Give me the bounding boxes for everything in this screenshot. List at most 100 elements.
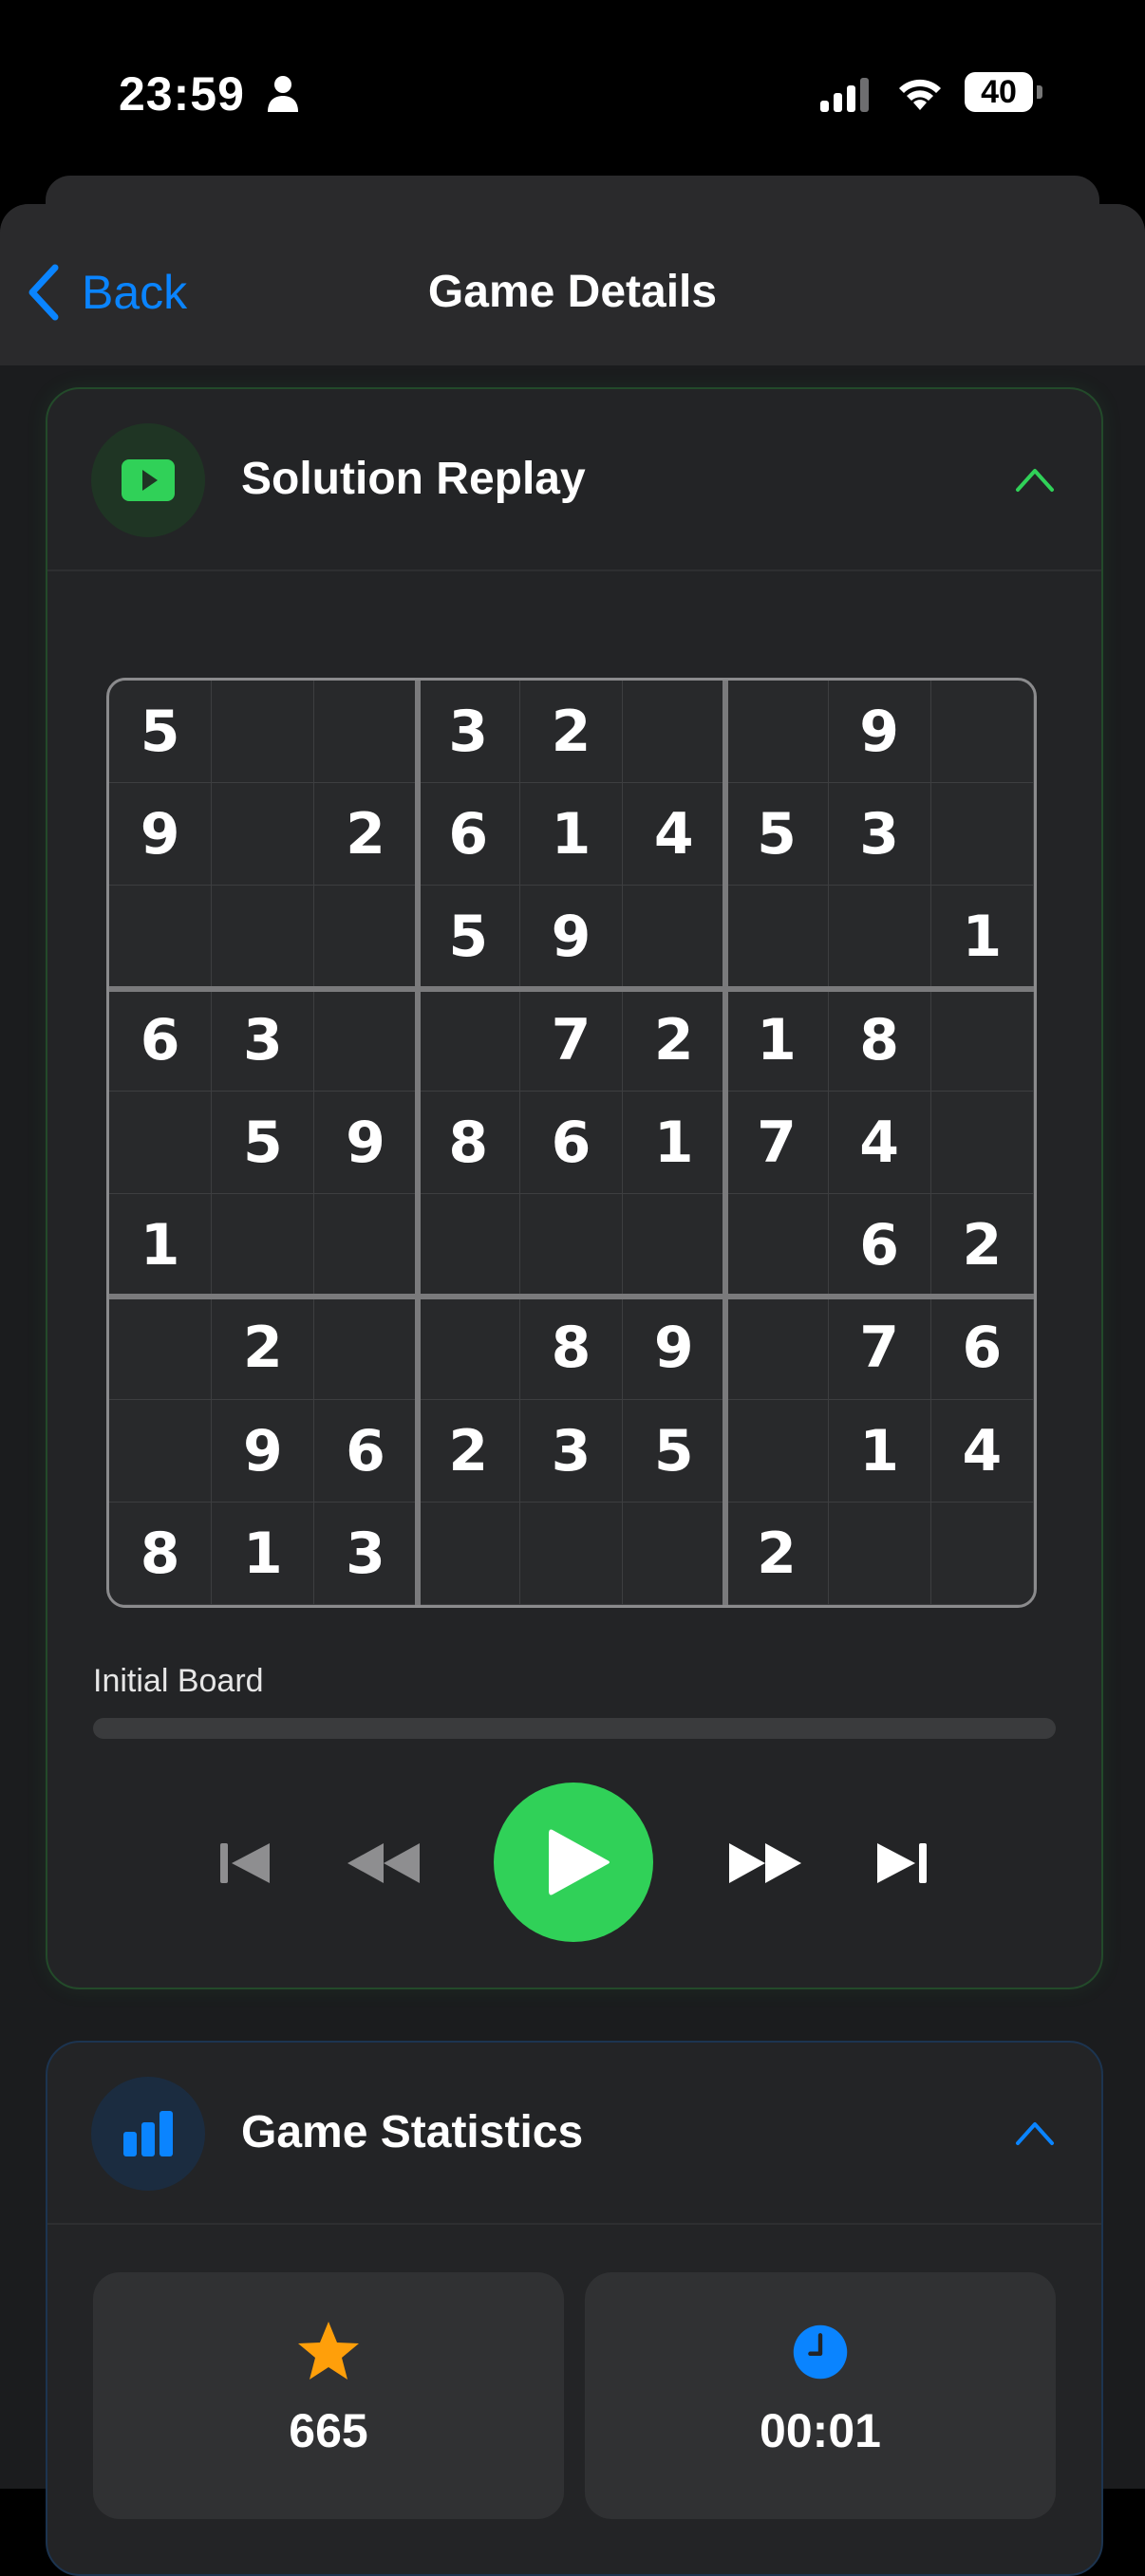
replay-step-label: Initial Board: [93, 1663, 264, 1699]
bar-chart-icon: [123, 2111, 173, 2156]
sudoku-cell: 1: [725, 988, 829, 1092]
sudoku-cell: [314, 886, 418, 989]
sudoku-cell: 4: [623, 783, 726, 887]
skip-to-end-icon[interactable]: [875, 1841, 929, 1885]
sudoku-cell: 9: [109, 783, 213, 887]
sudoku-cell: 6: [314, 1399, 418, 1503]
sudoku-cell: 8: [417, 1091, 520, 1195]
status-time: 23:59: [119, 67, 245, 121]
star-icon: [298, 2322, 359, 2380]
replay-progress-bar[interactable]: [93, 1718, 1056, 1739]
sudoku-cell: [314, 1297, 418, 1400]
sudoku-cell: [314, 988, 418, 1092]
sudoku-cell: [109, 1399, 213, 1503]
sudoku-cell: 3: [212, 988, 315, 1092]
sudoku-cell: 1: [623, 1091, 726, 1195]
sudoku-cell: [930, 681, 1034, 784]
sudoku-cell: 1: [109, 1194, 213, 1297]
chevron-up-icon[interactable]: [1014, 465, 1056, 494]
statistics-icon-badge: [91, 2077, 205, 2191]
sudoku-cell: 6: [828, 1194, 931, 1297]
stat-tile-score: 665: [93, 2272, 564, 2519]
solution-replay-card: Solution Replay 532992614535916372185986…: [46, 387, 1103, 1989]
sudoku-cell: 1: [519, 783, 624, 887]
stat-tile-time: 00:01: [585, 2272, 1056, 2519]
sudoku-cell: [725, 1297, 829, 1400]
sudoku-cell: 1: [212, 1502, 315, 1605]
sudoku-board: 5329926145359163721859861741622897696235…: [106, 678, 1037, 1608]
battery-level: 40: [965, 72, 1033, 112]
sudoku-cell: [725, 886, 829, 989]
sudoku-cell: 6: [109, 988, 213, 1092]
sudoku-cell: 5: [417, 886, 520, 989]
sudoku-cell: 4: [828, 1091, 931, 1195]
sudoku-cell: 2: [417, 1399, 520, 1503]
sudoku-cell: 2: [623, 988, 726, 1092]
sudoku-cell: 8: [519, 1297, 624, 1400]
sudoku-cell: [417, 1297, 520, 1400]
solution-replay-header[interactable]: Solution Replay: [47, 389, 1101, 571]
step-forward-icon[interactable]: [727, 1841, 803, 1885]
sudoku-cell: 9: [212, 1399, 315, 1503]
sudoku-cell: 9: [828, 681, 931, 784]
sudoku-cell: [314, 1194, 418, 1297]
skip-to-start-icon[interactable]: [218, 1841, 272, 1885]
sudoku-cell: [623, 681, 726, 784]
sudoku-cell: [623, 1502, 726, 1605]
box-divider-vertical: [723, 681, 729, 1605]
stat-value-score: 665: [289, 2404, 368, 2457]
chevron-up-icon[interactable]: [1014, 2119, 1056, 2147]
cellular-signal-icon: [820, 78, 869, 112]
box-divider-horizontal: [109, 985, 1034, 992]
sudoku-cell: [828, 886, 931, 989]
sudoku-cell: [519, 1194, 624, 1297]
sudoku-cell: [930, 783, 1034, 887]
battery-icon: 40: [965, 72, 1042, 112]
sudoku-cell: [314, 681, 418, 784]
replay-icon-badge: [91, 423, 205, 537]
sudoku-cell: [417, 1194, 520, 1297]
box-divider-vertical: [414, 681, 421, 1605]
person-icon: [268, 76, 298, 112]
sudoku-cell: 7: [725, 1091, 829, 1195]
play-rectangle-icon: [122, 459, 175, 501]
page-title: Game Details: [427, 267, 718, 317]
sudoku-cell: [109, 1091, 213, 1195]
game-statistics-title: Game Statistics: [241, 2107, 584, 2157]
sudoku-cell: [930, 1502, 1034, 1605]
game-statistics-header[interactable]: Game Statistics: [47, 2043, 1101, 2225]
sudoku-cell: 1: [930, 886, 1034, 989]
clock-icon: [793, 2324, 848, 2380]
sudoku-cell: 6: [417, 783, 520, 887]
sudoku-cell: [725, 681, 829, 784]
navigation-bar: Back Game Details: [0, 204, 1145, 365]
sudoku-cell: 2: [930, 1194, 1034, 1297]
sudoku-cell: [417, 988, 520, 1092]
box-divider-horizontal: [109, 1294, 1034, 1300]
sudoku-cell: 3: [314, 1502, 418, 1605]
sudoku-cell: [109, 886, 213, 989]
sudoku-cell: 4: [930, 1399, 1034, 1503]
sudoku-cell: [519, 1502, 624, 1605]
sudoku-cell: 2: [519, 681, 624, 784]
sudoku-cell: [725, 1194, 829, 1297]
sudoku-cell: 9: [314, 1091, 418, 1195]
sudoku-cell: 5: [623, 1399, 726, 1503]
sudoku-cell: 7: [828, 1297, 931, 1400]
sudoku-cell: 5: [725, 783, 829, 887]
sudoku-cell: 6: [519, 1091, 624, 1195]
sudoku-cell: [725, 1399, 829, 1503]
sudoku-cell: [212, 886, 315, 989]
sudoku-cell: 2: [314, 783, 418, 887]
solution-replay-title: Solution Replay: [241, 454, 586, 504]
sudoku-cell: 3: [417, 681, 520, 784]
sudoku-cell: 2: [725, 1502, 829, 1605]
sudoku-cell: 9: [519, 886, 624, 989]
sudoku-cell: 8: [109, 1502, 213, 1605]
status-bar: 23:59 40: [0, 0, 1145, 180]
sudoku-cell: 3: [519, 1399, 624, 1503]
play-button[interactable]: [494, 1783, 653, 1942]
step-backward-icon[interactable]: [346, 1841, 422, 1885]
sudoku-cell: 6: [930, 1297, 1034, 1400]
sudoku-cell: 5: [212, 1091, 315, 1195]
